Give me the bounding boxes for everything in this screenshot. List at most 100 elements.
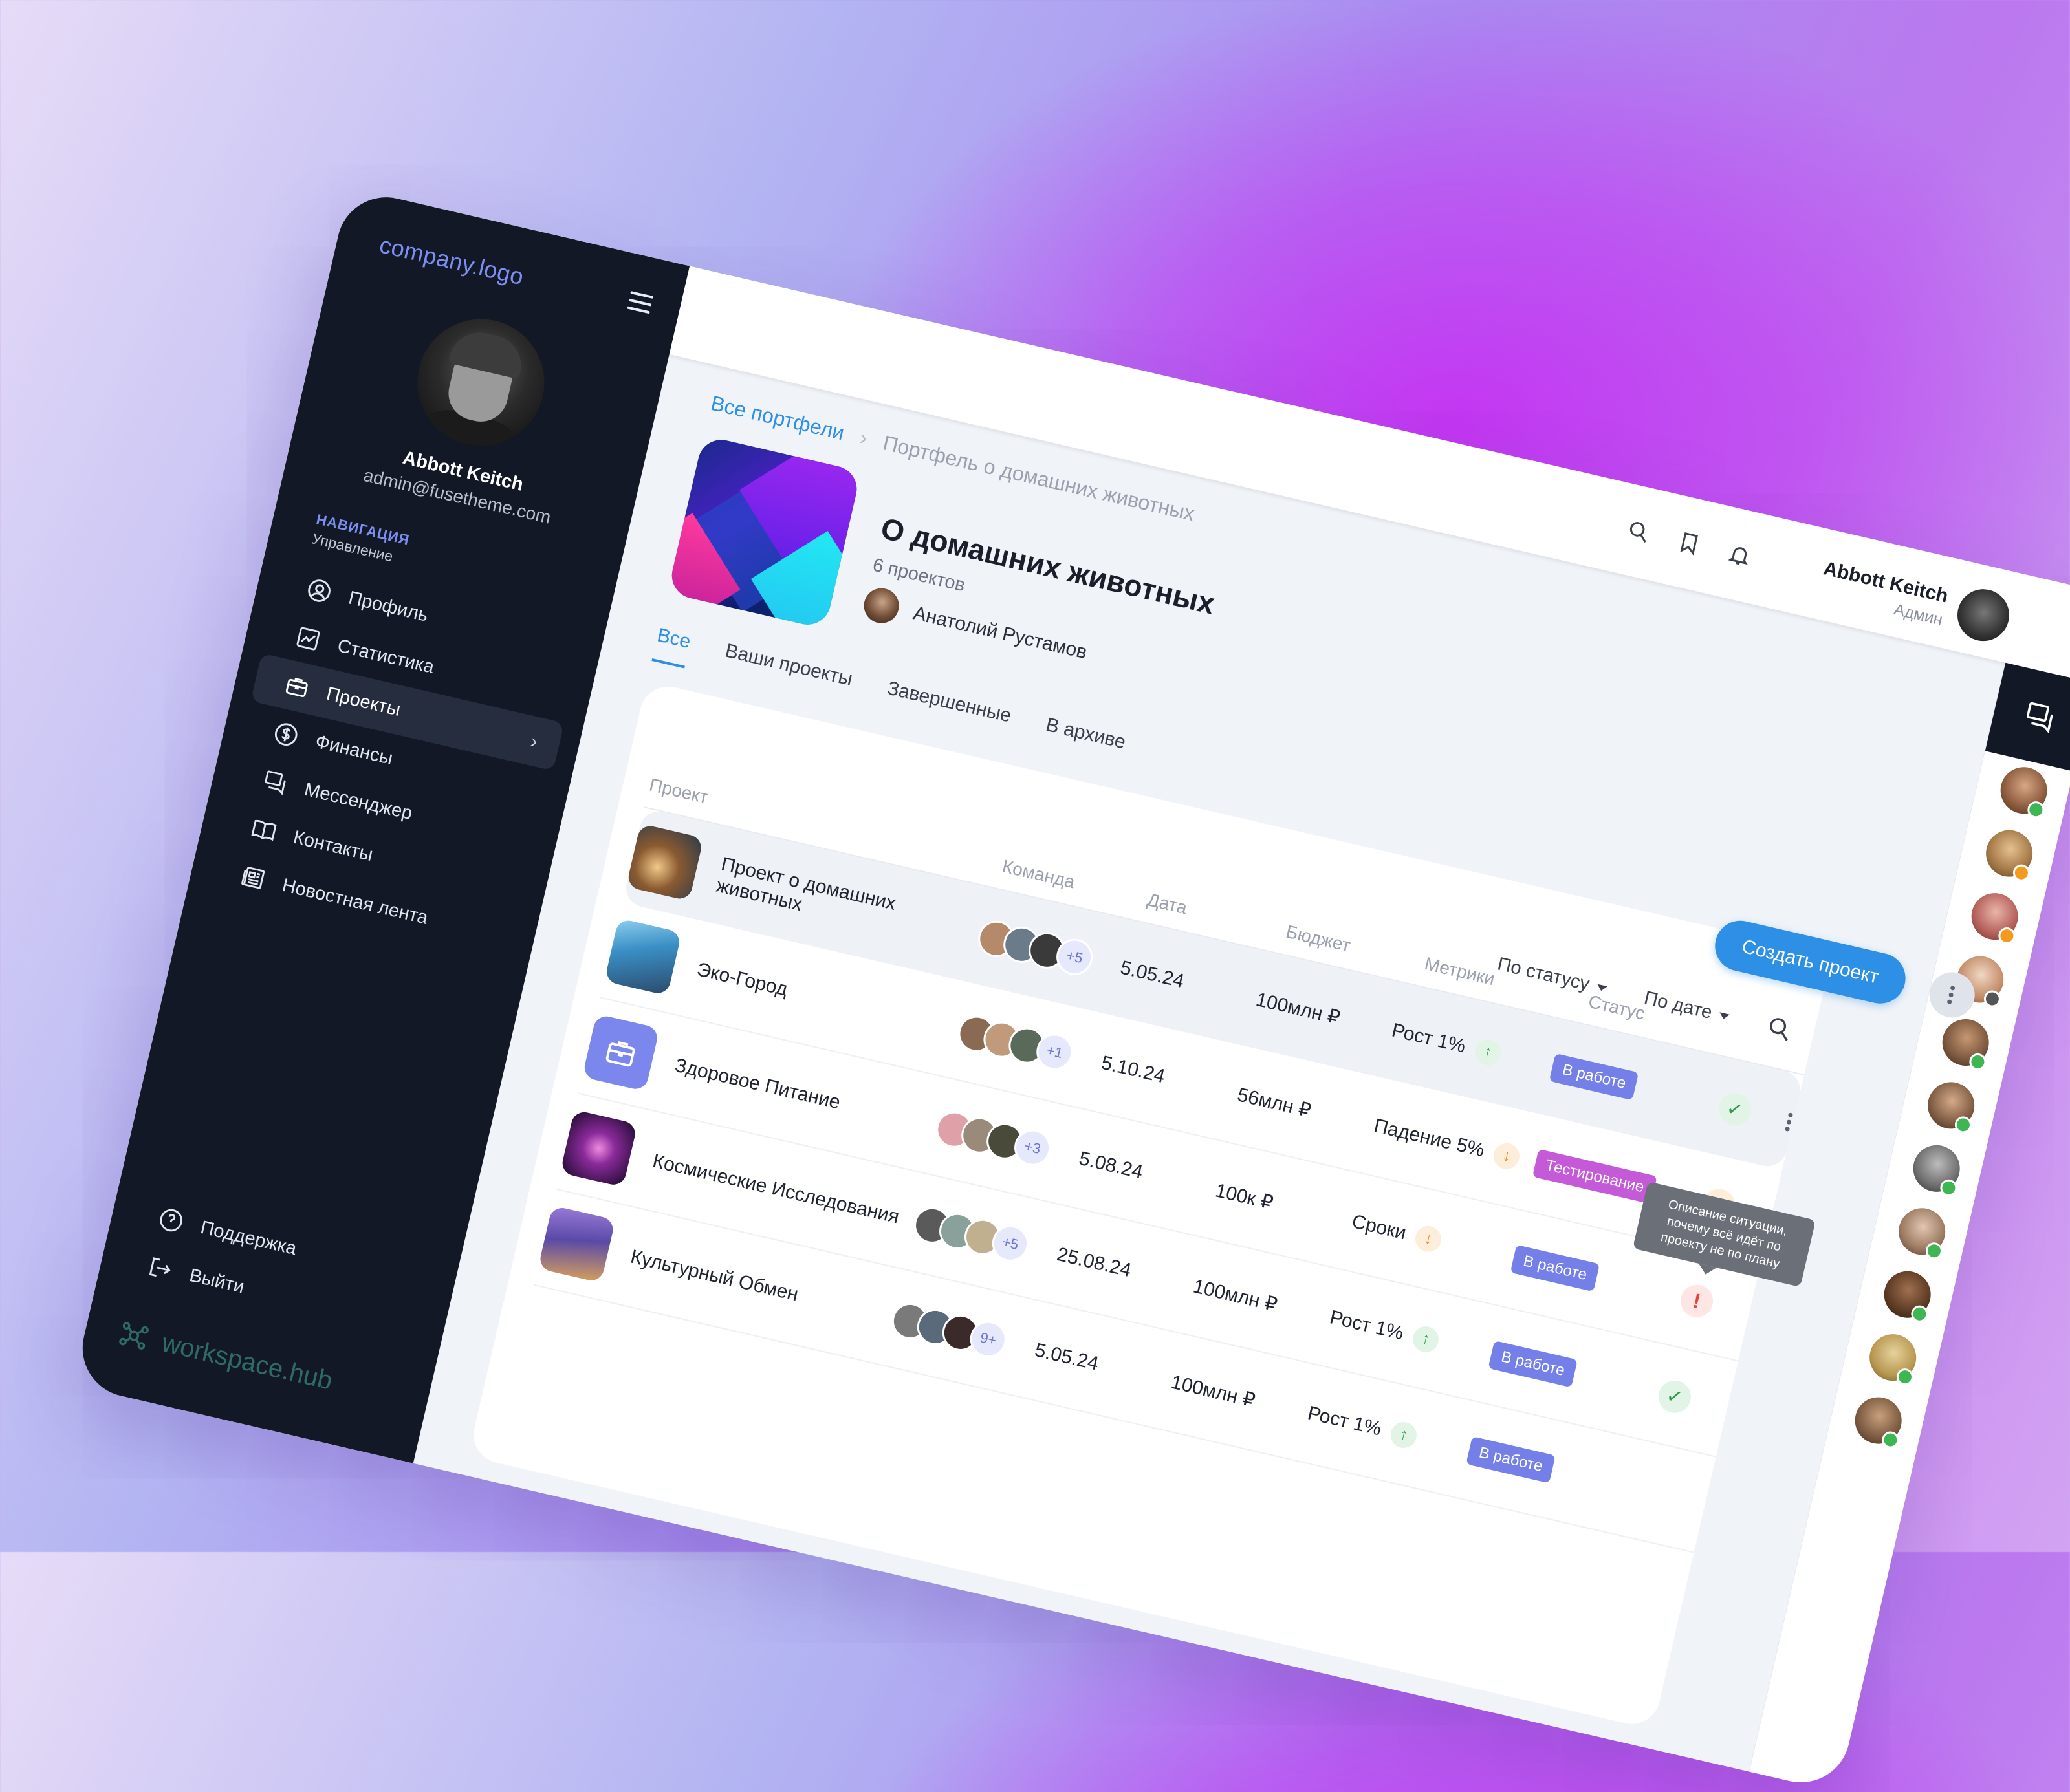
team-avatars[interactable]: +5: [974, 917, 1125, 985]
chat-icon: [265, 770, 286, 795]
briefcase-icon: [285, 678, 308, 697]
dollar-icon: [274, 723, 298, 746]
project-metric: Рост 1%: [1327, 1306, 1406, 1344]
contact-avatar[interactable]: [1966, 888, 2023, 946]
project-name: Здоровое Питание: [673, 1054, 843, 1114]
menu-icon[interactable]: [626, 290, 654, 315]
owner-name: Анатолий Рустамов: [911, 602, 1089, 664]
team-avatars[interactable]: 9+: [888, 1299, 1039, 1367]
portfolio-cover-image: [667, 435, 862, 629]
more-vertical-icon: [1946, 982, 1958, 1007]
help-icon: [160, 1209, 182, 1232]
chat-icon: [2026, 702, 2053, 734]
top-bar-actions: [1625, 517, 1754, 568]
project-date: 5.05.24: [1118, 956, 1186, 993]
project-metric: Рост 1%: [1305, 1402, 1384, 1440]
projects-card: Создать проект Проект Команда Дата Бюдже…: [468, 681, 1979, 1730]
contact-avatar[interactable]: [1894, 1204, 1950, 1261]
project-date: 25.08.24: [1054, 1243, 1133, 1282]
project-budget: 100млн ₽: [1169, 1371, 1258, 1412]
workspace-hub-text: workspace.hub: [159, 1328, 336, 1396]
newspaper-icon: [241, 867, 265, 889]
portfolio-owner[interactable]: Анатолий Рустамов: [860, 585, 1091, 670]
project-budget: 100млн ₽: [1191, 1275, 1280, 1315]
contact-avatar[interactable]: [1865, 1329, 1921, 1387]
workspace-hub-logo[interactable]: workspace.hub: [114, 1317, 336, 1398]
bottom-nav: Поддержка Выйти: [135, 1192, 302, 1321]
project-name: Эко-Город: [695, 958, 790, 1000]
main-nav: Профиль Статистика Проекты › Финансы Мес…: [206, 557, 586, 962]
status-badge: В работе: [1488, 1340, 1578, 1388]
contact-avatar[interactable]: [1996, 762, 2052, 820]
breadcrumb-root[interactable]: Все портфели: [709, 391, 847, 444]
alert-icon[interactable]: !: [1677, 1281, 1716, 1321]
project-thumbnail: [582, 1013, 660, 1092]
briefcase-icon: [605, 1041, 635, 1067]
status-badge: В работе: [1510, 1244, 1600, 1292]
project-metric: Сроки: [1349, 1211, 1408, 1244]
nav-item-label: Контакты: [291, 826, 375, 865]
project-date: 5.10.24: [1099, 1052, 1168, 1088]
contact-avatar[interactable]: [1908, 1140, 1965, 1198]
project-thumbnail: [604, 918, 682, 996]
project-budget: 100млн ₽: [1254, 988, 1342, 1029]
contact-avatar[interactable]: [1937, 1014, 1994, 1072]
project-name: Культурный Обмен: [628, 1246, 801, 1306]
user-circle-icon: [308, 579, 331, 602]
caret-down-icon: [1596, 984, 1607, 993]
arrow-up-icon: ↑: [1410, 1323, 1442, 1355]
chart-icon: [296, 627, 320, 651]
contact-avatar[interactable]: [1879, 1266, 1935, 1324]
bell-icon[interactable]: [1726, 541, 1754, 568]
logout-icon: [149, 1257, 171, 1277]
top-bar-user[interactable]: Abbott Keitch Админ: [1816, 557, 1950, 629]
team-avatars[interactable]: +5: [910, 1204, 1062, 1271]
contact-avatar[interactable]: [1981, 825, 2038, 883]
contact-avatar[interactable]: [1850, 1392, 1906, 1451]
projects-table: Проект Команда Дата Бюджет Метрики Стату…: [534, 762, 1816, 1553]
project-date: 5.08.24: [1076, 1147, 1145, 1183]
background: company.logo Abbott Keitch admin@fusethe…: [0, 0, 2070, 1792]
project-thumbnail: [560, 1109, 638, 1187]
team-avatars[interactable]: +1: [954, 1012, 1106, 1080]
project-budget: 56млн ₽: [1235, 1083, 1313, 1121]
nav-item-label: Статистика: [335, 635, 437, 678]
project-metric: Рост 1%: [1389, 1019, 1468, 1057]
chevron-right-icon: ›: [528, 730, 540, 753]
project-name: Космические Исследования: [650, 1150, 902, 1228]
project-budget: 100к ₽: [1213, 1179, 1276, 1214]
contact-avatar[interactable]: [1923, 1077, 1979, 1135]
arrow-down-icon: ↓: [1491, 1140, 1523, 1172]
arrow-down-icon: ↓: [1413, 1223, 1444, 1255]
company-logo[interactable]: company.logo: [377, 231, 527, 290]
hub-icon: [119, 1322, 149, 1350]
search-icon[interactable]: [1625, 517, 1653, 545]
project-thumbnail: [538, 1205, 616, 1283]
nav-item-label: Выйти: [187, 1264, 246, 1298]
tab-my-projects[interactable]: Ваши проекты: [719, 640, 855, 706]
status-badge: В работе: [1549, 1053, 1639, 1101]
top-bar-avatar[interactable]: [1952, 584, 2014, 647]
tab-all[interactable]: Все: [651, 624, 693, 669]
project-name: Проект о домашних животных: [714, 853, 899, 916]
nav-item-label: Профиль: [346, 587, 431, 626]
breadcrumb-separator-icon: ›: [857, 426, 870, 450]
project-date: 5.05.24: [1032, 1339, 1101, 1375]
bookmark-icon[interactable]: [1675, 529, 1703, 557]
nav-item-label: Финансы: [313, 731, 395, 769]
check-icon: ✓: [1655, 1377, 1694, 1416]
tab-archived[interactable]: В архиве: [1040, 714, 1128, 769]
caret-down-icon: [1718, 1012, 1730, 1020]
check-icon: ✓: [1715, 1090, 1754, 1129]
project-metric: Падение 5%: [1371, 1115, 1487, 1161]
status-badge: Тестирование: [1532, 1149, 1657, 1204]
nav-item-label: Поддержка: [199, 1216, 299, 1259]
status-badge: В работе: [1466, 1436, 1556, 1484]
team-avatars[interactable]: +3: [932, 1108, 1084, 1176]
app-window: company.logo Abbott Keitch admin@fusethe…: [72, 188, 2070, 1792]
create-project-button[interactable]: Создать проект: [1710, 915, 1911, 1009]
book-icon: [251, 819, 277, 841]
arrow-up-icon: ↑: [1388, 1420, 1419, 1451]
tab-completed[interactable]: Завершенные: [882, 677, 1013, 742]
profile-avatar[interactable]: [404, 306, 557, 459]
